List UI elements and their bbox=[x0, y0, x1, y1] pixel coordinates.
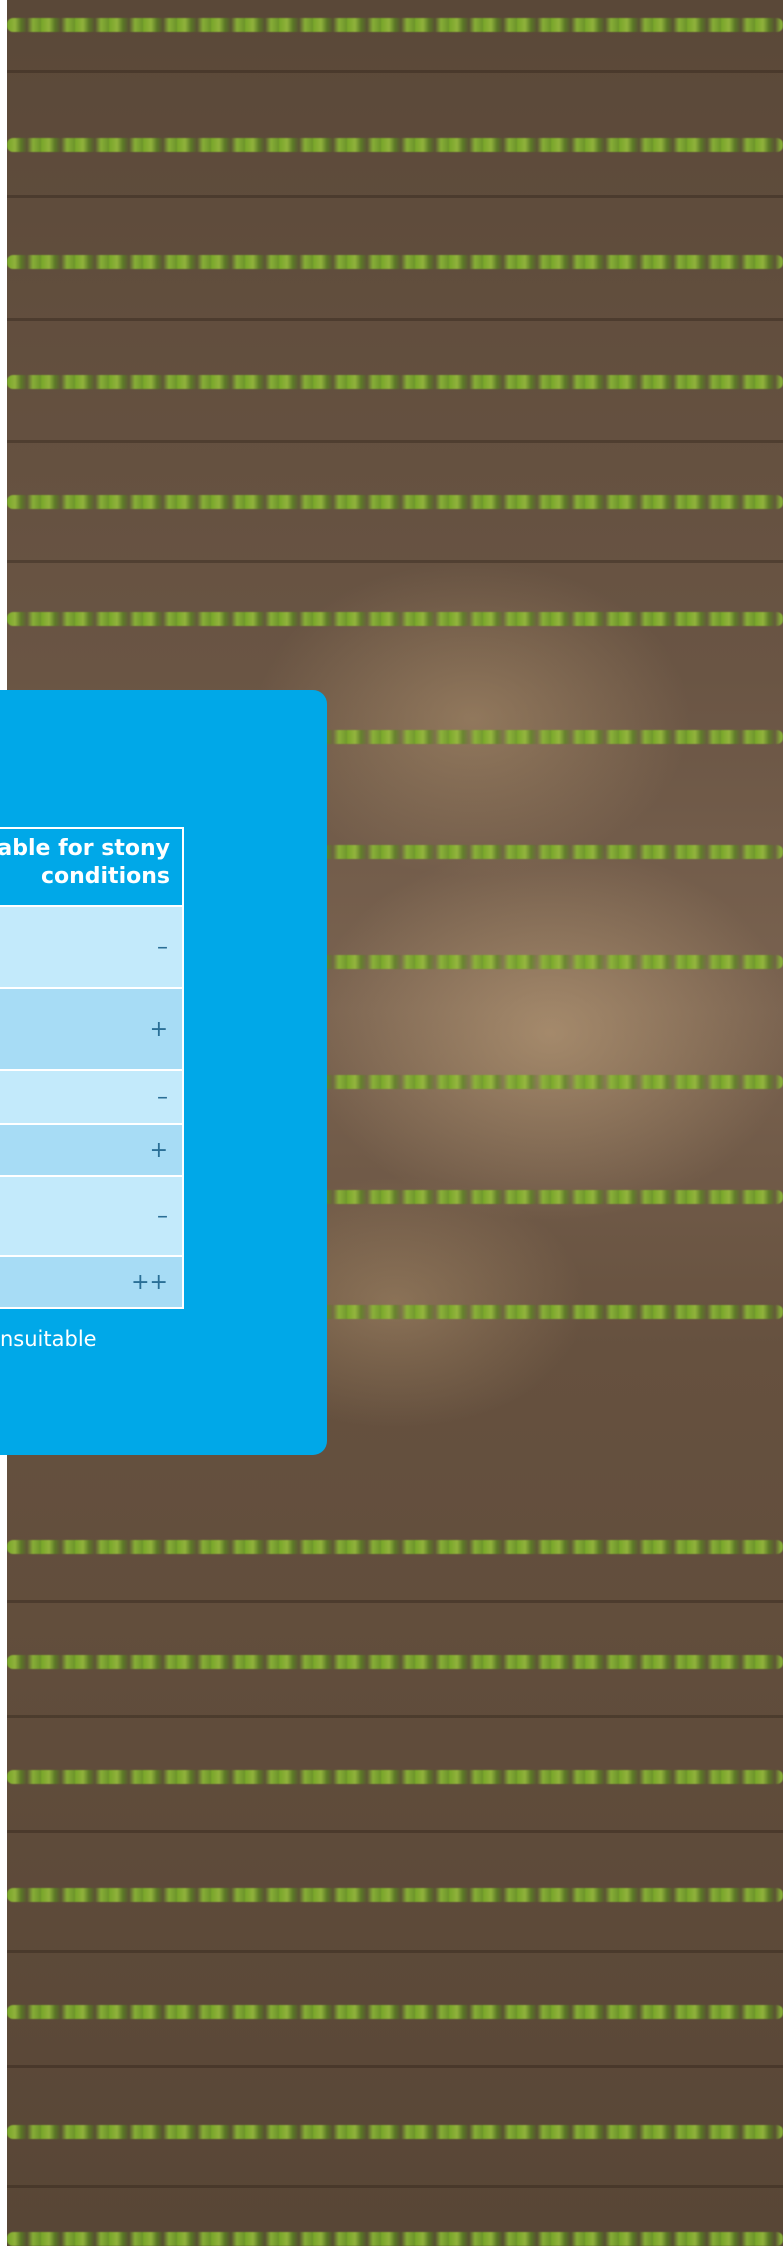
soil-furrow bbox=[7, 195, 783, 198]
table-row: + bbox=[0, 989, 182, 1071]
soil-furrow bbox=[7, 1600, 783, 1603]
table-row: – bbox=[0, 907, 182, 989]
column-header-line1: able for stony bbox=[0, 836, 170, 861]
crop-row bbox=[7, 1540, 783, 1554]
soil-furrow bbox=[7, 2065, 783, 2068]
crop-row bbox=[7, 255, 783, 269]
table-row: – bbox=[0, 1071, 182, 1125]
table-row: + bbox=[0, 1125, 182, 1177]
crop-row bbox=[7, 495, 783, 509]
column-header: able for stony conditions bbox=[0, 829, 182, 907]
crop-row bbox=[7, 2232, 783, 2246]
crop-row bbox=[7, 1770, 783, 1784]
info-panel: able for stony conditions – + – + – ++ n… bbox=[0, 690, 327, 1455]
crop-row bbox=[7, 138, 783, 152]
crop-row bbox=[7, 18, 783, 32]
soil-furrow bbox=[7, 1830, 783, 1833]
table-row: ++ bbox=[0, 1257, 182, 1307]
crop-row bbox=[7, 2005, 783, 2019]
soil-furrow bbox=[7, 560, 783, 563]
soil-furrow bbox=[7, 1950, 783, 1953]
column-header-line2: conditions bbox=[40, 864, 170, 889]
table-row: – bbox=[0, 1177, 182, 1257]
soil-furrow bbox=[7, 1715, 783, 1718]
crop-row bbox=[7, 1888, 783, 1902]
suitability-table: able for stony conditions – + – + – ++ bbox=[0, 827, 184, 1309]
soil-furrow bbox=[7, 2185, 783, 2188]
table-legend-footnote: nsuitable bbox=[0, 1327, 97, 1351]
soil-furrow bbox=[7, 318, 783, 321]
crop-row bbox=[7, 1655, 783, 1669]
crop-row bbox=[7, 2125, 783, 2139]
crop-row bbox=[7, 375, 783, 389]
soil-furrow bbox=[7, 440, 783, 443]
soil-furrow bbox=[7, 70, 783, 73]
crop-row bbox=[7, 612, 783, 626]
